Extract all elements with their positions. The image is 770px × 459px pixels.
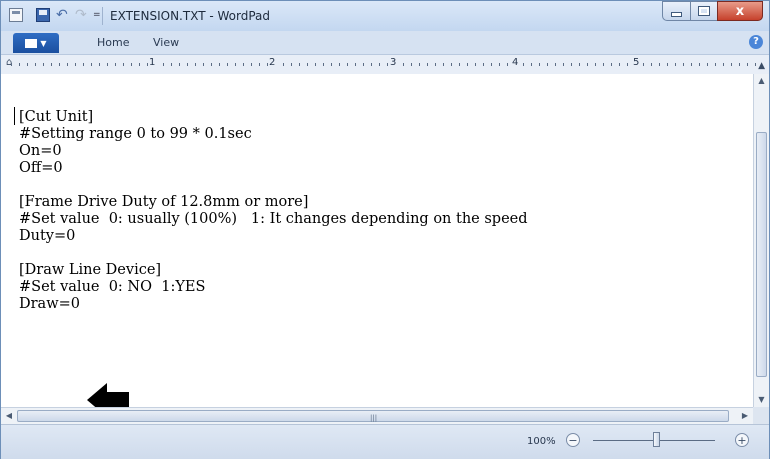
- zoom-level: 100%: [527, 436, 556, 447]
- scrollbar-corner: [753, 407, 769, 424]
- maximize-icon: [698, 6, 710, 16]
- ruler-number: 5: [632, 57, 641, 68]
- text-cursor: [14, 107, 15, 125]
- text-line: On=0: [19, 143, 62, 159]
- wordpad-window: ↶ ↷ = EXTENSION.TXT - WordPad x ▼ Home V…: [0, 0, 770, 459]
- undo-icon[interactable]: ↶: [56, 8, 68, 22]
- text-line: [Draw Line Device]: [19, 262, 162, 278]
- ruler[interactable]: ⌂ 1 2 3 4 5 ▲: [1, 54, 769, 75]
- close-icon: x: [735, 3, 745, 19]
- ribbon-tab-bar: ▼ Home View ?: [1, 32, 769, 53]
- wordpad-app-icon[interactable]: [9, 8, 23, 22]
- minimize-icon: [671, 11, 682, 17]
- scroll-left-icon[interactable]: ◀: [2, 409, 16, 423]
- ruler-ticks: [11, 63, 759, 66]
- chevron-down-icon: ▼: [40, 38, 47, 48]
- zoom-in-button[interactable]: +: [735, 433, 749, 447]
- document-icon: [25, 38, 38, 48]
- quick-access-dropdown-icon[interactable]: =: [93, 8, 101, 22]
- zoom-slider-thumb[interactable]: [653, 432, 660, 447]
- text-line: [Frame Drive Duty of 12.8mm or more]: [19, 194, 309, 210]
- ruler-number: 4: [511, 57, 520, 68]
- text-line: Draw=0: [19, 296, 80, 312]
- document-text[interactable]: [Cut Unit] #Setting range 0 to 99 * 0.1s…: [19, 109, 528, 313]
- text-line: [Cut Unit]: [19, 109, 94, 125]
- scroll-up-icon[interactable]: ▲: [755, 74, 768, 88]
- help-icon[interactable]: ?: [749, 35, 763, 49]
- tab-home[interactable]: Home: [97, 36, 129, 49]
- right-indent-marker-icon[interactable]: ▲: [758, 61, 765, 71]
- scroll-right-icon[interactable]: ▶: [738, 409, 752, 423]
- text-line: Off=0: [19, 160, 63, 176]
- caption-buttons: x: [662, 1, 763, 21]
- tab-view[interactable]: View: [153, 36, 179, 49]
- status-bar: 100% − +: [1, 424, 769, 459]
- document-area[interactable]: [Cut Unit] #Setting range 0 to 99 * 0.1s…: [1, 74, 753, 417]
- pointer-arrow-shaft: [105, 392, 129, 408]
- title-separator: [102, 7, 103, 25]
- window-title: EXTENSION.TXT - WordPad: [110, 9, 271, 23]
- text-line: #Set value 0: usually (100%) 1: It chang…: [19, 211, 528, 227]
- text-line: [19, 245, 528, 262]
- vertical-scroll-thumb[interactable]: [756, 132, 767, 377]
- text-line: Duty=0: [19, 228, 76, 244]
- zoom-out-button[interactable]: −: [566, 433, 580, 447]
- text-line: #Set value 0: NO 1:YES: [19, 279, 206, 295]
- scroll-down-icon[interactable]: ▼: [755, 393, 768, 407]
- save-icon[interactable]: [36, 8, 50, 22]
- horizontal-scrollbar[interactable]: ◀ ||| ▶: [1, 407, 753, 424]
- text-line: #Setting range 0 to 99 * 0.1sec: [19, 126, 252, 142]
- ruler-number: 1: [148, 57, 157, 68]
- vertical-scrollbar[interactable]: ▲ ▼: [753, 74, 769, 407]
- ruler-number: 3: [389, 57, 398, 68]
- ruler-number: 2: [268, 57, 277, 68]
- minimize-button[interactable]: [662, 1, 690, 21]
- app-menu-button[interactable]: ▼: [13, 33, 59, 53]
- horizontal-scroll-thumb[interactable]: |||: [17, 410, 729, 422]
- text-line: [19, 177, 528, 194]
- grip-icon: |||: [370, 414, 378, 422]
- close-button[interactable]: x: [717, 1, 763, 21]
- maximize-button[interactable]: [690, 1, 717, 21]
- title-bar[interactable]: ↶ ↷ = EXTENSION.TXT - WordPad x: [1, 1, 769, 31]
- redo-icon[interactable]: ↷: [75, 8, 87, 22]
